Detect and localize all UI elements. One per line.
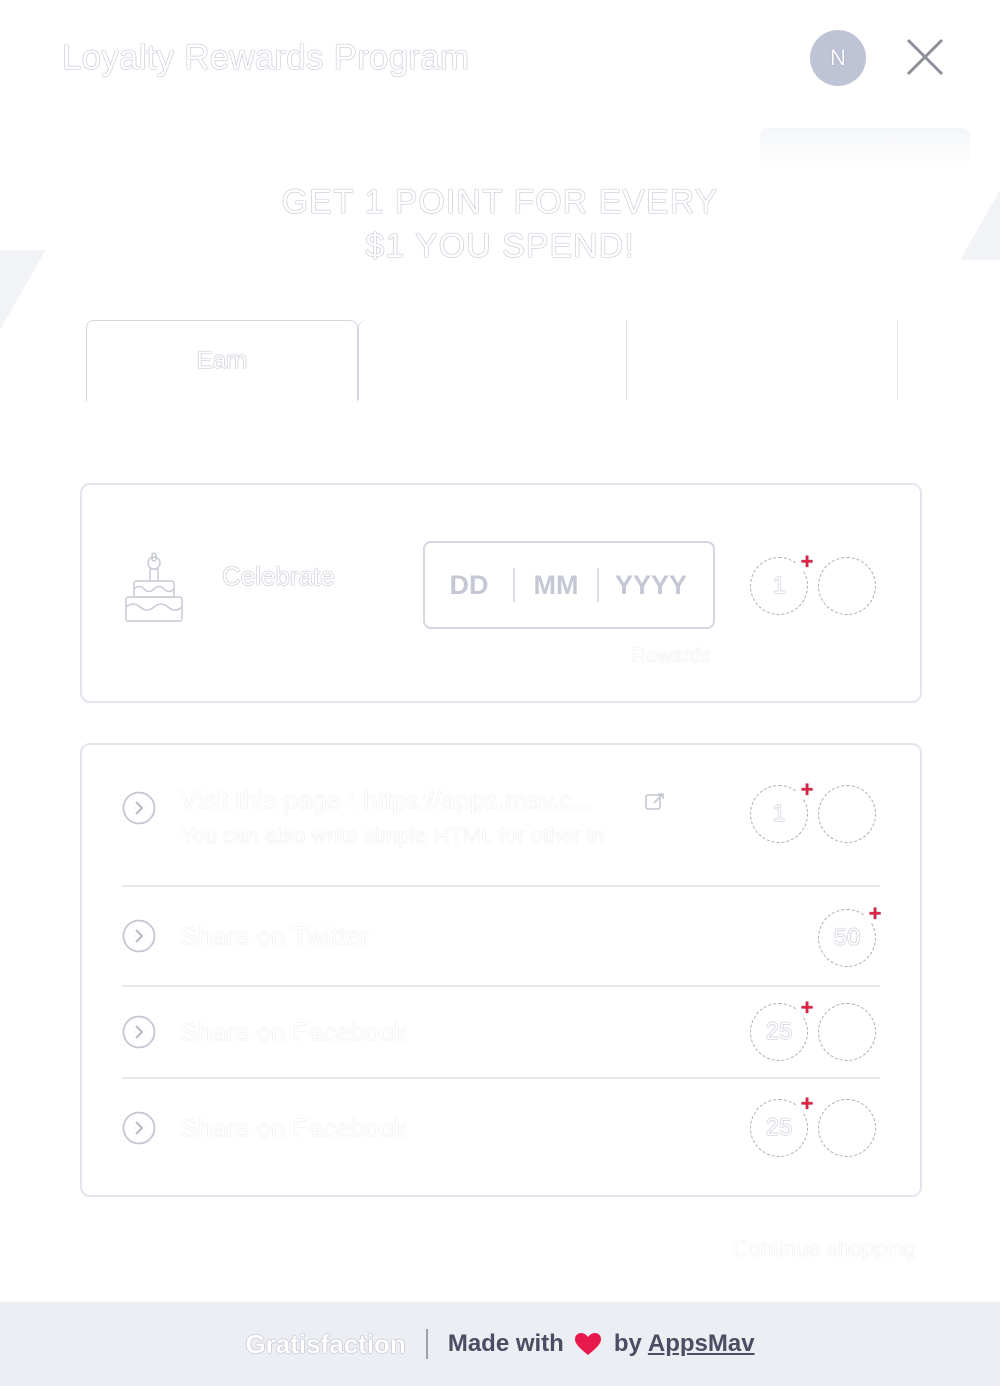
plus-icon: + — [865, 903, 885, 925]
tab-3[interactable] — [626, 320, 898, 400]
close-icon — [906, 38, 944, 76]
tasks-card: Visit this page : https://apps.mav.c... … — [80, 743, 922, 1197]
appsmav-link[interactable]: AppsMav — [648, 1330, 755, 1358]
plus-icon: + — [797, 997, 817, 1019]
points-value: 25 — [765, 1114, 793, 1141]
month-field[interactable]: MM — [515, 570, 597, 601]
chevron-right-icon[interactable] — [122, 1111, 156, 1145]
points-value: 1 — [772, 800, 786, 827]
rewards-label: Rewards — [632, 645, 711, 667]
points-badge: 25 + — [750, 997, 817, 1061]
chevron-right-icon[interactable] — [122, 791, 156, 825]
birthday-cake-icon — [125, 552, 183, 622]
divider — [122, 885, 880, 887]
day-field[interactable]: DD — [425, 570, 513, 601]
heart-icon — [574, 1333, 601, 1355]
task-title[interactable]: Share on Facebook — [180, 1017, 407, 1048]
birthday-date-input: DD MM YYYY — [423, 541, 715, 629]
points-badge: 1 + — [750, 779, 817, 843]
task-row-share-facebook[interactable]: Share on Facebook 25 + — [122, 1093, 880, 1169]
points-badge: 1 + — [750, 551, 817, 615]
task-row-share-facebook[interactable]: Share on Facebook 25 + — [122, 997, 880, 1073]
close-button[interactable] — [902, 34, 948, 80]
hero-line-2: $1 YOU SPEND! — [365, 227, 635, 265]
hero-headline: GET 1 POINT FOR EVERY $1 YOU SPEND! — [0, 180, 1000, 268]
points-value: 1 — [772, 572, 786, 599]
by-text: by — [613, 1330, 642, 1357]
hero-line-1: GET 1 POINT FOR EVERY — [281, 183, 719, 221]
tab-earn[interactable]: Earn — [86, 320, 358, 401]
reward-badge — [818, 1003, 876, 1061]
plus-icon: + — [797, 779, 817, 801]
chevron-right-icon[interactable] — [122, 1015, 156, 1049]
birthday-card: Celebrate DD MM YYYY Rewards 1 + — [80, 483, 922, 703]
decorative-shape — [760, 128, 970, 168]
footer: Gratisfaction Made with by AppsMav — [0, 1302, 1000, 1386]
reward-badge — [818, 1099, 876, 1157]
task-row-visit-page[interactable]: Visit this page : https://apps.mav.c... … — [122, 779, 880, 885]
plus-icon: + — [797, 1093, 817, 1115]
footer-brand[interactable]: Gratisfaction — [245, 1329, 405, 1360]
reward-badge — [818, 557, 876, 615]
points-value: 50 — [833, 924, 861, 951]
app-title: Loyalty Rewards Program — [62, 38, 470, 77]
tab-bar: Earn — [86, 320, 898, 404]
reward-badge — [818, 785, 876, 843]
continue-shopping-link[interactable]: Continue shopping — [733, 1236, 916, 1262]
tab-2[interactable] — [358, 320, 629, 400]
celebrate-label: Celebrate — [222, 561, 335, 591]
made-with-text: Made with — [447, 1330, 564, 1357]
points-badge: 50 + — [818, 903, 885, 967]
task-subtitle: You can also write simple HTML for other… — [180, 823, 604, 848]
task-title[interactable]: Share on Twitter — [180, 921, 369, 952]
task-title[interactable]: Share on Facebook — [180, 1113, 407, 1144]
footer-divider — [425, 1329, 428, 1359]
points-value: 25 — [765, 1018, 793, 1045]
year-field[interactable]: YYYY — [599, 570, 703, 601]
divider — [122, 985, 880, 987]
external-link-icon[interactable] — [644, 791, 666, 813]
task-title[interactable]: Visit this page : https://apps.mav.c... — [180, 785, 594, 816]
plus-icon: + — [797, 551, 817, 573]
chevron-right-icon[interactable] — [122, 919, 156, 953]
divider — [122, 1077, 880, 1079]
avatar[interactable]: N — [810, 30, 866, 86]
points-badge: 25 + — [750, 1093, 817, 1157]
task-row-share-twitter[interactable]: Share on Twitter 50 + — [122, 903, 885, 979]
